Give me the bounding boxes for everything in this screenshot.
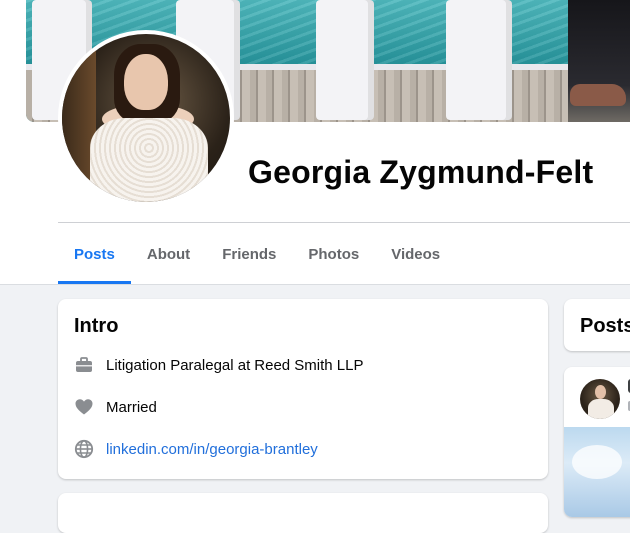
tab-about[interactable]: About (131, 224, 206, 284)
avatar-dress (90, 118, 208, 202)
post-preview-card[interactable] (564, 367, 630, 517)
posts-panel-title: Posts (580, 315, 630, 337)
posts-panel: Posts (564, 299, 630, 351)
avatar-face (124, 54, 168, 110)
cover-letter-shape (446, 0, 512, 120)
tab-videos[interactable]: Videos (375, 224, 456, 284)
intro-relationship-text: Married (106, 398, 157, 416)
profile-header: Georgia Zygmund-Felt Posts About Friends… (0, 0, 630, 285)
heart-icon (74, 397, 94, 417)
post-image[interactable] (564, 427, 630, 517)
globe-icon (74, 439, 94, 459)
post-author-avatar[interactable] (580, 379, 620, 419)
next-card (58, 493, 548, 533)
cover-shoe (570, 84, 626, 106)
tab-photos[interactable]: Photos (292, 224, 375, 284)
profile-tabs: Posts About Friends Photos Videos (58, 224, 456, 284)
profile-name: Georgia Zygmund-Felt (248, 154, 594, 190)
tab-posts[interactable]: Posts (58, 224, 131, 284)
post-avatar-dress (588, 399, 614, 419)
intro-work-text: Litigation Paralegal at (106, 356, 251, 374)
cover-letter-shape (316, 0, 374, 120)
briefcase-icon (74, 355, 94, 375)
tab-friends[interactable]: Friends (206, 224, 292, 284)
profile-avatar[interactable] (62, 34, 230, 202)
post-avatar-face (595, 385, 606, 399)
intro-employer[interactable]: Reed Smith LLP (254, 357, 363, 374)
header-divider (58, 222, 630, 223)
intro-website-link[interactable]: linkedin.com/in/georgia-brantley (106, 441, 318, 458)
intro-website-row: linkedin.com/in/georgia-brantley (74, 439, 318, 459)
intro-work-row: Litigation Paralegal at Reed Smith LLP (74, 355, 364, 375)
intro-title: Intro (74, 315, 119, 337)
intro-card: Intro Litigation Paralegal at Reed Smith… (58, 299, 548, 479)
intro-relationship-row: Married (74, 397, 157, 417)
